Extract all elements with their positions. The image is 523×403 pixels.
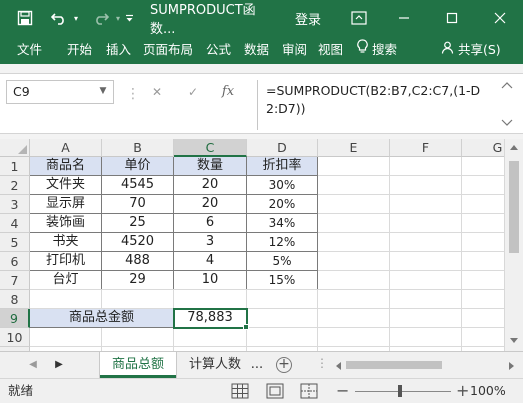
select-all-triangle-icon xyxy=(18,145,27,154)
column-header-f[interactable]: F xyxy=(390,139,462,157)
page-break-preview-icon[interactable] xyxy=(300,383,318,399)
row-header-1[interactable]: 1 xyxy=(0,157,30,176)
column-header-c[interactable]: C xyxy=(174,139,247,157)
zoom-slider-knob[interactable] xyxy=(398,385,402,397)
sheet-tab-more[interactable]: ... xyxy=(247,352,267,378)
vertical-scrollbar[interactable] xyxy=(504,139,523,351)
cancel-icon[interactable]: ✕ xyxy=(147,82,167,102)
tab-view[interactable]: 视图 xyxy=(318,36,343,64)
formula-bar: C9 ▼ ⋮ ✕ ✓ fx =SUMPRODUCT(B2:B7,C2:C7,(1… xyxy=(0,74,523,134)
scroll-down-icon[interactable] xyxy=(509,337,519,345)
insert-function-icon[interactable]: fx xyxy=(218,82,238,102)
sheet-next-icon[interactable]: ▶ xyxy=(52,356,66,374)
vertical-scroll-thumb[interactable] xyxy=(509,161,519,253)
worksheet-grid[interactable]: A B C D E F G 1 2 3 4 5 6 7 8 9 10 11 商品… xyxy=(0,139,504,351)
normal-view-icon[interactable] xyxy=(231,383,249,399)
cell-c9[interactable]: 78,883 xyxy=(174,309,247,328)
select-all-button[interactable] xyxy=(0,139,30,157)
row-header-4[interactable]: 4 xyxy=(0,214,30,233)
horizontal-scroll-thumb[interactable] xyxy=(346,361,442,369)
share-label: 共享(S) xyxy=(458,42,501,57)
column-header-g[interactable]: G xyxy=(462,139,504,157)
row-header-8[interactable]: 8 xyxy=(0,290,30,309)
ribbon-display-options-icon[interactable] xyxy=(345,0,373,36)
sheet-prev-icon[interactable]: ◀ xyxy=(26,356,40,374)
person-icon xyxy=(441,36,454,64)
tab-file[interactable]: 文件 xyxy=(17,36,42,64)
zoom-in-button[interactable]: + xyxy=(456,380,469,402)
row-header-5[interactable]: 5 xyxy=(0,233,30,252)
formula-input[interactable]: =SUMPRODUCT(B2:B7,C2:C7,(1-D2:D7)) xyxy=(257,80,489,130)
enter-icon[interactable]: ✓ xyxy=(183,82,203,102)
tab-formulas[interactable]: 公式 xyxy=(206,36,231,64)
row-header-9[interactable]: 9 xyxy=(0,309,30,328)
horizontal-scrollbar[interactable] xyxy=(332,358,520,372)
column-header-a[interactable]: A xyxy=(30,139,102,157)
column-header-e[interactable]: E xyxy=(318,139,390,157)
tab-data[interactable]: 数据 xyxy=(244,36,269,64)
undo-dropdown-icon[interactable]: ▾ xyxy=(70,0,82,36)
tab-insert[interactable]: 插入 xyxy=(106,36,131,64)
formula-bar-scroll[interactable] xyxy=(492,76,522,132)
tab-home[interactable]: 开始 xyxy=(67,36,92,64)
fill-handle[interactable] xyxy=(243,324,249,330)
tab-review[interactable]: 审阅 xyxy=(282,36,307,64)
scroll-up-icon[interactable] xyxy=(509,143,519,151)
row-header-2[interactable]: 2 xyxy=(0,176,30,195)
status-text: 就绪 xyxy=(8,383,34,398)
tell-me-search[interactable]: 搜索 xyxy=(357,36,397,64)
save-icon[interactable] xyxy=(14,0,36,36)
formula-bar-divider: ⋮ xyxy=(126,86,140,102)
lightbulb-icon xyxy=(357,36,368,64)
sheet-tab-count-people[interactable]: 计算人数 xyxy=(183,352,247,378)
zoom-out-button[interactable]: − xyxy=(336,380,349,402)
sheet-tab-product-total[interactable]: 商品总额 xyxy=(100,352,176,378)
minimize-icon[interactable] xyxy=(390,0,418,36)
tab-page-layout[interactable]: 页面布局 xyxy=(143,36,193,64)
restore-icon[interactable] xyxy=(438,0,466,36)
chevron-down-icon[interactable]: ▼ xyxy=(96,80,110,102)
column-header-b[interactable]: B xyxy=(102,139,174,157)
row-header-7[interactable]: 7 xyxy=(0,271,30,290)
status-bar: 就绪 − + 100% xyxy=(0,378,523,403)
ribbon-tabs: 文件 开始 插入 页面布局 公式 数据 审阅 视图 搜索 共享(S) xyxy=(0,36,523,64)
title-bar: ▾ ▾ SUMPRODUCT函数... 登录 xyxy=(0,0,523,37)
customize-toolbar-icon[interactable] xyxy=(123,0,135,36)
row-header-6[interactable]: 6 xyxy=(0,252,30,271)
redo-icon[interactable] xyxy=(90,0,112,36)
column-header-d[interactable]: D xyxy=(247,139,318,157)
page-layout-view-icon[interactable] xyxy=(266,383,284,399)
window-title: SUMPRODUCT函数... xyxy=(150,3,256,37)
scroll-left-icon[interactable] xyxy=(334,361,342,371)
close-icon[interactable] xyxy=(486,0,514,36)
sheet-tabs-bar: ◀ ▶ 商品总额 计算人数 ... + ⋮ xyxy=(0,351,523,378)
scroll-right-icon[interactable] xyxy=(508,361,516,371)
ribbon-collapsed-area xyxy=(0,64,523,74)
zoom-slider[interactable] xyxy=(355,391,451,392)
login-button[interactable]: 登录 xyxy=(291,0,325,36)
row-header-10[interactable]: 10 xyxy=(0,328,30,347)
zoom-level[interactable]: 100% xyxy=(470,379,506,403)
row-header-3[interactable]: 3 xyxy=(0,195,30,214)
undo-icon[interactable] xyxy=(48,0,70,36)
tab-split-handle-icon[interactable]: ⋮ xyxy=(316,356,328,370)
share-button[interactable]: 共享(S) xyxy=(441,36,501,64)
tell-me-label: 搜索 xyxy=(372,42,398,57)
cell-a9-b9-merged[interactable]: 商品总金额 xyxy=(30,309,174,328)
add-sheet-icon[interactable]: + xyxy=(276,357,292,373)
